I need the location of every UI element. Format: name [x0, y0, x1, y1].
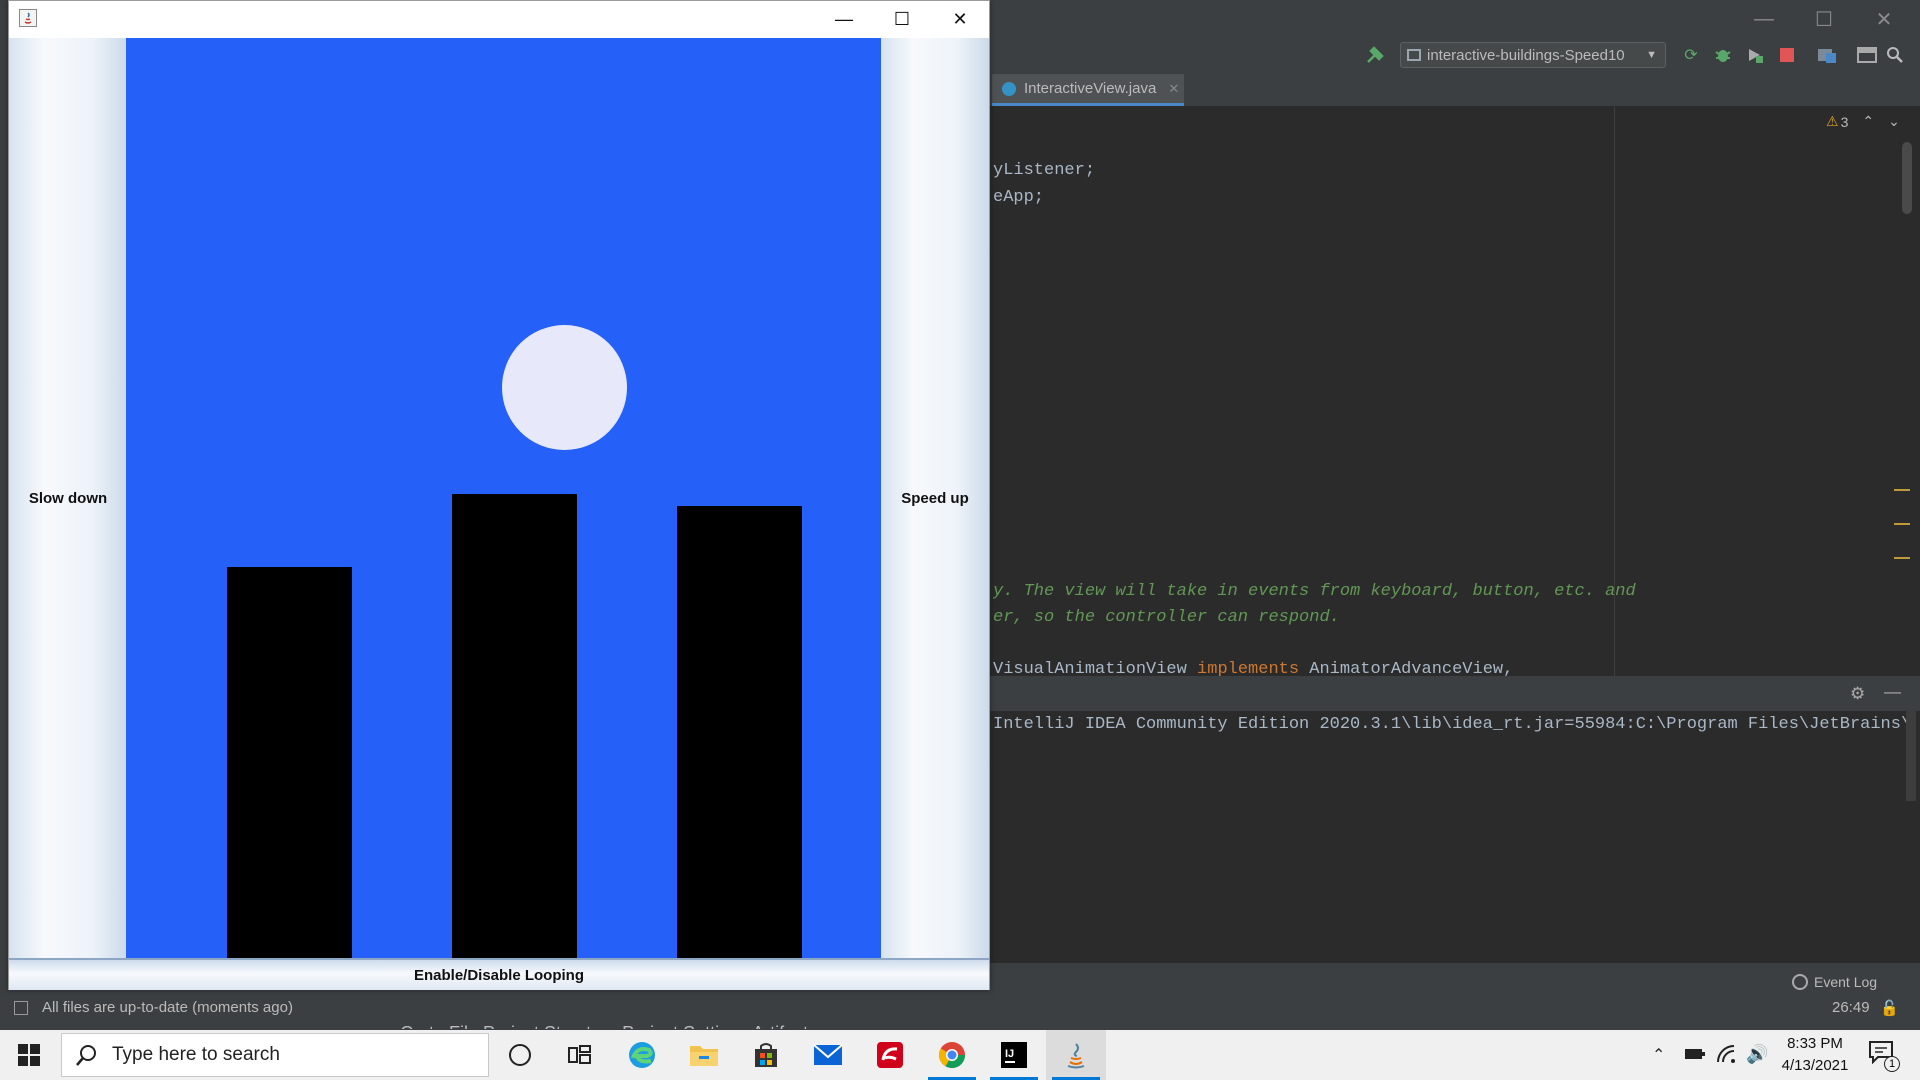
event-log-icon [1792, 974, 1808, 990]
run-configuration-select[interactable]: interactive-buildings-Speed10 ▼ [1400, 42, 1666, 68]
search-icon[interactable] [1884, 44, 1906, 66]
building-middle [452, 494, 577, 958]
warning-icon: ⚠ [1826, 113, 1839, 129]
warning-marker[interactable] [1894, 489, 1910, 491]
start-button[interactable] [0, 1030, 58, 1080]
notification-count-badge: 1 [1884, 1056, 1900, 1072]
warning-marker[interactable] [1894, 557, 1910, 559]
taskbar-clock[interactable]: 8:33 PM 4/13/2021 [1760, 1032, 1870, 1078]
gear-icon[interactable]: ⚙ [1850, 684, 1865, 704]
scrollbar-thumb[interactable] [1902, 142, 1912, 214]
wifi-icon[interactable] [1716, 1044, 1738, 1069]
java-class-icon [1002, 81, 1016, 96]
rerun-icon[interactable]: ⟳ [1680, 44, 1702, 66]
clock-time: 8:33 PM [1787, 1035, 1843, 1052]
run-config-icon [1407, 49, 1421, 61]
looping-label: Enable/Disable Looping [413, 966, 585, 984]
run-console[interactable] [990, 711, 1920, 963]
search-placeholder: Type here to search [112, 1044, 280, 1065]
slow-down-label: Slow down [28, 489, 108, 507]
editor-scrollbar[interactable] [1898, 106, 1920, 676]
edge-icon[interactable] [612, 1030, 672, 1080]
taskbar-search-box[interactable]: Type here to search [61, 1033, 489, 1077]
app-minimize-button[interactable]: — [815, 1, 873, 37]
java-app-icon [19, 9, 37, 27]
lock-icon[interactable]: 🔓 [1880, 999, 1899, 1017]
app-red-icon[interactable] [860, 1030, 920, 1080]
run-config-label: interactive-buildings-Speed10 [1427, 46, 1625, 64]
mail-icon[interactable] [798, 1030, 858, 1080]
building-right [677, 506, 802, 958]
inspection-count: 3 [1840, 113, 1849, 130]
chevron-up-icon[interactable]: ⌃ [1862, 113, 1874, 130]
file-explorer-icon[interactable] [674, 1030, 734, 1080]
tool-window-bar [990, 963, 1920, 993]
java-icon[interactable] [1046, 1030, 1106, 1080]
code-line-app-import: eApp; [993, 188, 1045, 207]
ide-maximize-button[interactable]: ☐ [1795, 0, 1853, 38]
tab-label: InteractiveView.java [1024, 80, 1157, 97]
clock-date: 4/13/2021 [1781, 1057, 1849, 1074]
task-view-icon[interactable] [550, 1030, 610, 1080]
battery-icon[interactable] [1684, 1047, 1706, 1066]
code-comment-line-2: er, so the controller can respond. [993, 608, 1340, 627]
ide-minimize-button[interactable]: — [1735, 0, 1793, 38]
tab-interactiveview-java[interactable]: InteractiveView.java ✕ [992, 74, 1184, 106]
ide-close-button[interactable]: ✕ [1855, 0, 1913, 38]
action-center-button[interactable]: 1 [1868, 1040, 1908, 1072]
event-log-label: Event Log [1814, 974, 1878, 990]
project-structure-icon[interactable] [1816, 44, 1838, 66]
inspection-widget[interactable]: ⚠ 3 ⌃ ⌄ [1826, 113, 1900, 130]
speed-up-label: Speed up [901, 489, 969, 507]
windows-logo-icon [18, 1044, 40, 1066]
slow-down-button[interactable]: Slow down [9, 38, 127, 958]
warning-marker[interactable] [1894, 523, 1910, 525]
speed-up-button[interactable]: Speed up [881, 38, 989, 958]
layout-icon[interactable] [1856, 44, 1878, 66]
hide-panel-icon[interactable]: — [1884, 682, 1901, 702]
animation-canvas[interactable] [126, 38, 881, 958]
close-tab-icon[interactable]: ✕ [1168, 81, 1179, 97]
app-close-button[interactable]: ✕ [931, 1, 989, 37]
caret-position[interactable]: 26:49 [1832, 999, 1870, 1016]
build-hammer-icon[interactable] [1364, 44, 1386, 66]
debug-bug-icon[interactable] [1712, 44, 1734, 66]
app-maximize-button[interactable]: ☐ [873, 1, 931, 37]
code-line-listener-import: yListener; [993, 161, 1096, 180]
show-hidden-icons-chevron-icon[interactable]: ⌃ [1652, 1045, 1665, 1065]
sun-circle [502, 325, 627, 450]
run-panel-header [990, 677, 1920, 711]
stop-icon[interactable] [1776, 44, 1798, 66]
building-left [227, 567, 352, 958]
run-output-line: IntelliJ IDEA Community Edition 2020.3.1… [993, 715, 1913, 734]
event-log-button[interactable]: Event Log [1792, 974, 1877, 990]
toggle-tool-windows-icon[interactable] [14, 1001, 28, 1015]
intellij-icon[interactable]: IJ [984, 1030, 1044, 1080]
chrome-icon[interactable] [922, 1030, 982, 1080]
coverage-icon[interactable] [1744, 44, 1766, 66]
search-icon [76, 1045, 96, 1066]
ide-statusbar: All files are up-to-date (moments ago) 2… [0, 993, 1920, 1023]
status-message: All files are up-to-date (moments ago) [42, 999, 293, 1016]
enable-disable-looping-button[interactable]: Enable/Disable Looping [9, 958, 989, 990]
console-scrollbar[interactable] [1906, 711, 1916, 801]
store-icon[interactable] [736, 1030, 796, 1080]
code-comment-line-1: y. The view will take in events from key… [993, 582, 1636, 601]
svg-text:IJ: IJ [1005, 1048, 1014, 1060]
chevron-down-icon: ▼ [1646, 49, 1657, 61]
code-class-declaration: VisualAnimationView implements AnimatorA… [993, 660, 1514, 676]
menu-peek-text: Go to File Project Structure Project Set… [400, 1023, 817, 1029]
cortana-icon[interactable] [490, 1030, 550, 1080]
